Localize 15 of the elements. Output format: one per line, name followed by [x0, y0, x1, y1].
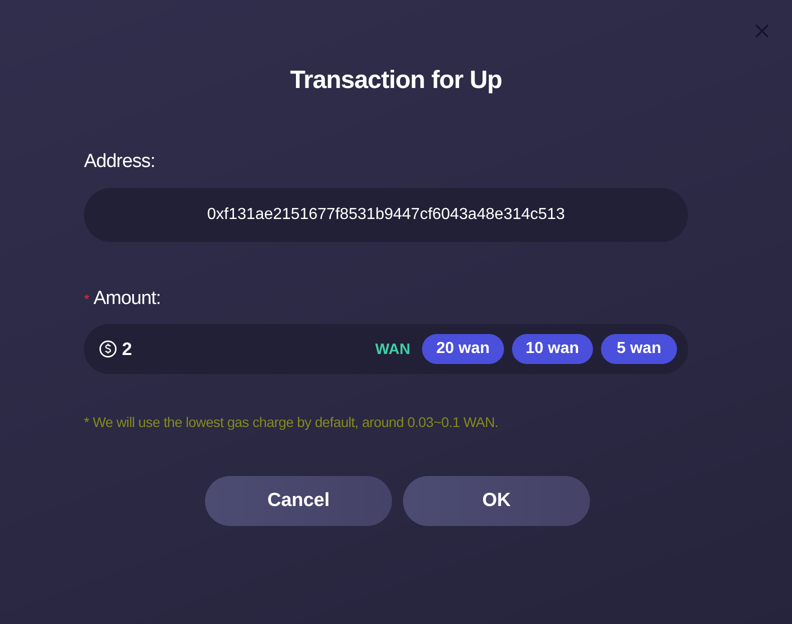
coin-icon — [99, 340, 117, 358]
amount-label: Amount: — [93, 287, 161, 311]
amount-value[interactable]: 2 — [122, 338, 132, 360]
gas-note: * We will use the lowest gas charge by default, around 0.03~0.1 WAN. — [84, 414, 500, 430]
address-field[interactable]: 0xf131ae2151677f8531b9447cf6043a48e314c513 — [84, 188, 688, 242]
address-label: Address: — [84, 150, 156, 174]
preset-button[interactable]: 5 wan — [601, 334, 677, 364]
required-mark: * — [84, 291, 90, 307]
dialog-title: Transaction for Up — [289, 65, 503, 96]
cancel-button[interactable]: Cancel — [205, 476, 392, 526]
close-icon[interactable] — [755, 24, 769, 38]
preset-button[interactable]: 10 wan — [512, 334, 593, 364]
ok-button[interactable]: OK — [403, 476, 590, 526]
preset-button[interactable]: 20 wan — [422, 334, 504, 364]
unit-label: WAN — [375, 340, 410, 358]
